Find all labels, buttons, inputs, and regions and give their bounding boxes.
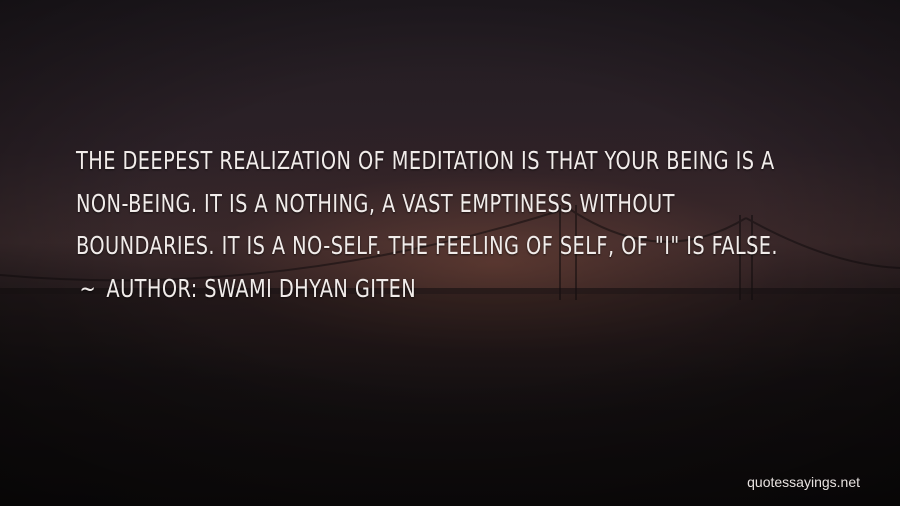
watermark: quotessayings.net: [747, 474, 860, 490]
quote-text: THE DEEPEST REALIZATION OF MEDITATION IS…: [76, 140, 779, 311]
author-prefix: ~: [79, 273, 97, 303]
quote-line: BOUNDARIES. IT IS A NO-SELF. THE FEELING…: [76, 231, 779, 260]
background-photo: THE DEEPEST REALIZATION OF MEDITATION IS…: [0, 0, 900, 506]
quote-line: NON-BEING. IT IS A NOTHING, A VAST EMPTI…: [76, 188, 675, 218]
quote-author: ~ AUTHOR: SWAMI DHYAN GITEN: [76, 268, 755, 311]
author-name: AUTHOR: SWAMI DHYAN GITEN: [106, 273, 417, 303]
quote-line: THE DEEPEST REALIZATION OF MEDITATION IS…: [76, 146, 775, 175]
